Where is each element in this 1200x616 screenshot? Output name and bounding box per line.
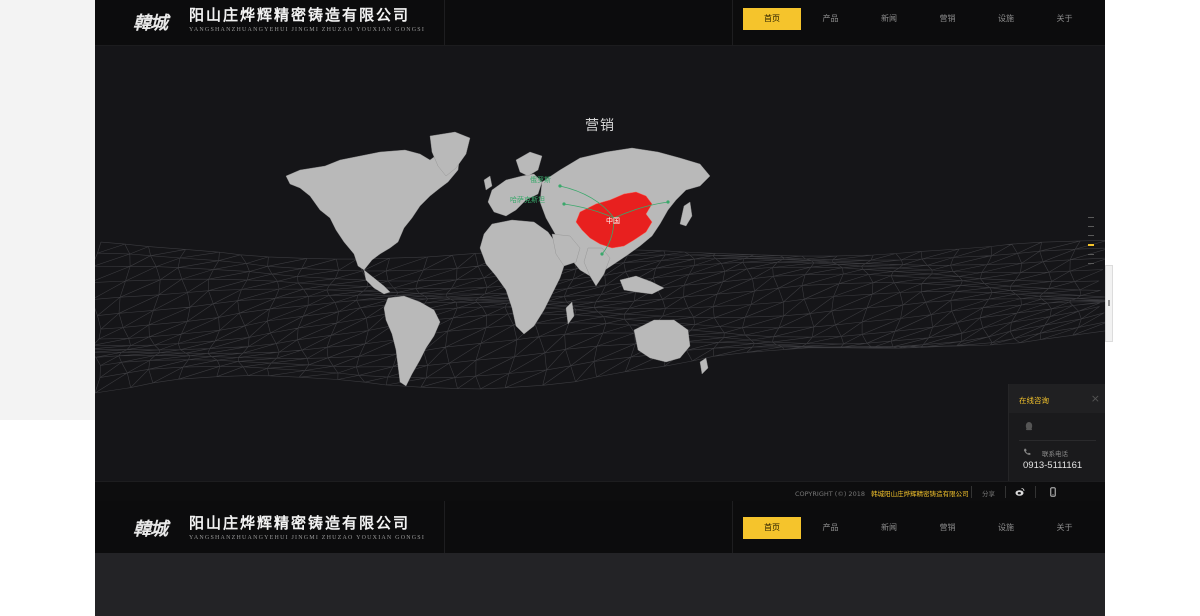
nav-item-news[interactable]: 新闻 [860,8,918,30]
map-japan [679,201,693,227]
copyright-label: COPYRIGHT (©) 2018 [795,490,865,498]
main-nav: 首页 产品 新闻 营销 设施 关于 [743,517,1094,539]
mobile-icon[interactable] [1048,487,1058,497]
world-map: 俄罗斯 哈萨克斯坦 中国 [285,131,711,387]
nav-item-news[interactable]: 新闻 [860,517,918,539]
footer-separator [971,486,972,498]
map-scandinavia [515,151,543,177]
company-pinyin: YANGSHANZHUANGYEHUI JINGMI ZHUZAO YOUXIA… [189,535,426,541]
map-india [583,247,611,287]
content-area [95,553,1105,616]
route-dot [600,252,604,256]
map-uk [483,175,493,191]
nav-item-products[interactable]: 产品 [802,517,860,539]
consult-header: 在线咨询 × [1009,384,1105,413]
nav-item-home[interactable]: 首页 [743,517,801,539]
page-stage: 韓城 阳山庄烨辉精密铸造有限公司 YANGSHANZHUANGYEHUI JIN… [95,0,1105,616]
marketing-hero: 营销 俄罗斯 哈萨克斯坦 中国 在线咨询 × 联系电话 0913-5111161 [95,46,1105,481]
footer-company-link[interactable]: 韩城阳山庄烨辉精密铸造有限公司 [871,490,969,498]
brand-logo[interactable]: 韓城 [125,7,175,37]
copyright-text: COPYRIGHT (©) 2018 韩城阳山庄烨辉精密铸造有限公司 [795,488,969,498]
footer-bar: COPYRIGHT (©) 2018 韩城阳山庄烨辉精密铸造有限公司 分享 [95,481,1105,502]
map-south-america [383,295,441,387]
label-russia: 俄罗斯 [530,175,551,184]
phone-number[interactable]: 0913-5111161 [1023,460,1082,471]
header-divider [444,501,445,553]
section-pager [1088,217,1094,272]
company-block: 阳山庄烨辉精密铸造有限公司 YANGSHANZHUANGYEHUI JINGMI… [189,7,425,33]
pager-dot[interactable] [1088,226,1094,227]
weibo-icon[interactable] [1015,487,1025,497]
close-icon[interactable]: × [1091,392,1100,405]
phone-icon [1023,448,1031,455]
map-se-asia [619,275,665,295]
nav-item-marketing[interactable]: 营销 [919,517,977,539]
header-divider [732,0,733,45]
phone-label: 联系电话 [1042,450,1068,458]
footer-separator [1035,486,1036,498]
map-madagascar [565,301,575,325]
nav-item-marketing[interactable]: 营销 [919,8,977,30]
scrollbar-thumb[interactable] [1108,300,1110,306]
nav-item-about[interactable]: 关于 [1036,517,1094,539]
site-header-secondary: 韓城 阳山庄烨辉精密铸造有限公司 YANGSHANZHUANGYEHUI JIN… [95,501,1105,554]
header-divider [732,501,733,553]
main-nav: 首页 产品 新闻 营销 设施 关于 [743,8,1094,30]
company-pinyin: YANGSHANZHUANGYEHUI JINGMI ZHUZAO YOUXIA… [189,27,426,33]
pager-dot[interactable] [1088,263,1094,264]
footer-separator [1005,486,1006,498]
scrollbar[interactable] [1105,265,1113,342]
route-dot [666,200,670,204]
header-divider [444,0,445,45]
qq-icon[interactable] [1023,420,1035,432]
company-name: 阳山庄烨辉精密铸造有限公司 [189,7,411,24]
route-dot [558,184,562,188]
label-kazakhstan: 哈萨克斯坦 [510,195,545,204]
share-label: 分享 [982,490,995,498]
logo-text: 韓城 [133,519,168,540]
pager-dot-active[interactable] [1088,244,1094,246]
company-name: 阳山庄烨辉精密铸造有限公司 [189,515,411,532]
nav-item-home[interactable]: 首页 [743,8,801,30]
pager-dot[interactable] [1088,235,1094,236]
map-north-america [285,147,461,271]
map-new-zealand [699,357,709,375]
map-australia [633,319,691,363]
consult-divider [1019,440,1096,441]
site-header: 韓城 阳山庄烨辉精密铸造有限公司 YANGSHANZHUANGYEHUI JIN… [95,0,1105,46]
nav-item-facilities[interactable]: 设施 [977,8,1035,30]
nav-item-about[interactable]: 关于 [1036,8,1094,30]
left-gutter [0,0,96,420]
consult-title: 在线咨询 [1019,396,1049,405]
label-china: 中国 [606,216,620,225]
nav-item-facilities[interactable]: 设施 [977,517,1035,539]
company-block: 阳山庄烨辉精密铸造有限公司 YANGSHANZHUANGYEHUI JINGMI… [189,515,425,541]
nav-item-products[interactable]: 产品 [802,8,860,30]
route-dot [562,202,566,206]
pager-dot[interactable] [1088,254,1094,255]
logo-text: 韓城 [133,13,168,34]
online-consult-panel: 在线咨询 × 联系电话 0913-5111161 [1008,384,1105,481]
map-central-america [363,269,391,295]
brand-logo[interactable]: 韓城 [125,513,175,543]
pager-dot[interactable] [1088,217,1094,218]
